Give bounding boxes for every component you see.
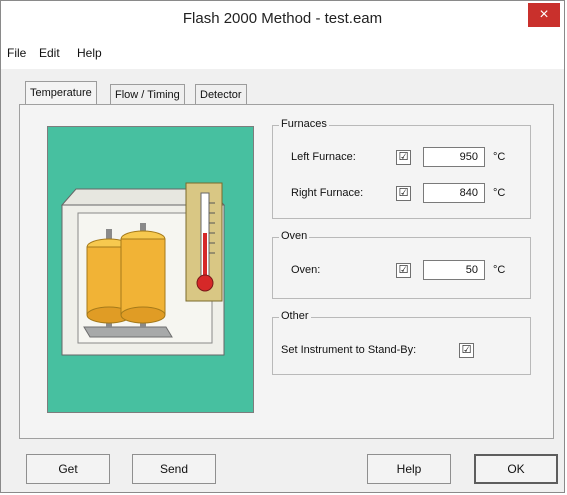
oven-field[interactable]: 50 [423,260,485,280]
furnaces-group: Furnaces Left Furnace: ☑ 950 °C Right Fu… [272,118,531,219]
right-furnace-field[interactable]: 840 [423,183,485,203]
title-bar: Flash 2000 Method - test.eam × [1,1,564,35]
other-group-title: Other [279,310,311,322]
tab-flow-timing[interactable]: Flow / Timing [110,84,185,105]
other-group: Other Set Instrument to Stand-By: ☑ [272,310,531,375]
window-title: Flash 2000 Method - test.eam [182,10,383,27]
right-furnace-unit: °C [493,187,506,199]
close-icon: × [539,6,549,23]
get-button[interactable]: Get [26,454,110,484]
oven-checkbox[interactable]: ☑ [396,263,411,278]
method-window: Flash 2000 Method - test.eam × File Edit… [0,0,565,493]
furnace-illustration [60,182,226,356]
ok-button[interactable]: OK [474,454,558,484]
oven-unit: °C [493,264,506,276]
left-furnace-field[interactable]: 950 [423,147,485,167]
close-button[interactable]: × [528,3,560,27]
send-button[interactable]: Send [132,454,216,484]
furnaces-group-title: Furnaces [279,118,329,130]
right-furnace-label: Right Furnace: [291,187,364,199]
menu-help[interactable]: Help [77,46,102,60]
help-button[interactable]: Help [367,454,451,484]
menu-bar: File Edit Help [1,35,564,69]
menu-file[interactable]: File [7,46,26,60]
tab-temperature[interactable]: Temperature [25,81,97,106]
menu-edit[interactable]: Edit [39,46,60,60]
oven-label: Oven: [291,264,321,276]
right-furnace-checkbox[interactable]: ☑ [396,186,411,201]
left-furnace-checkbox[interactable]: ☑ [396,150,411,165]
standby-checkbox[interactable]: ☑ [459,343,474,358]
left-furnace-unit: °C [493,151,506,163]
oven-group-title: Oven [279,230,310,242]
standby-label: Set Instrument to Stand-By: [281,344,417,356]
oven-group: Oven Oven: ☑ 50 °C [272,230,531,299]
instrument-illustration [47,126,254,413]
left-furnace-label: Left Furnace: [291,151,356,163]
tab-detector[interactable]: Detector [195,84,247,105]
